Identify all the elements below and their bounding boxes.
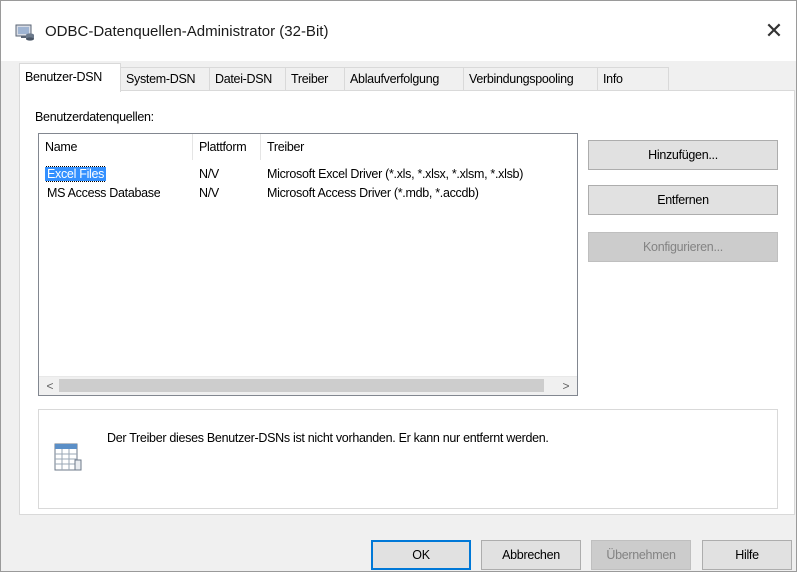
odbc-admin-icon [15, 23, 35, 41]
scroll-thumb[interactable] [59, 379, 544, 392]
list-row[interactable]: Excel Files N/V Microsoft Excel Driver (… [39, 165, 577, 183]
tab-datei-dsn[interactable]: Datei-DSN [209, 67, 286, 90]
column-header-name[interactable]: Name [39, 134, 193, 160]
odbc-dialog: ODBC-Datenquellen-Administrator (32-Bit)… [0, 0, 797, 572]
data-table-icon [53, 440, 83, 474]
remove-button[interactable]: Entfernen [588, 185, 778, 215]
configure-button[interactable]: Konfigurieren... [588, 232, 778, 262]
info-box: Der Treiber dieses Benutzer-DSNs ist nic… [38, 409, 778, 509]
row-platform: N/V [199, 167, 219, 181]
tab-verbindungspooling[interactable]: Verbindungspooling [463, 67, 598, 90]
cancel-button[interactable]: Abbrechen [481, 540, 581, 570]
tab-benutzer-dsn[interactable]: Benutzer-DSN [19, 63, 121, 92]
window-title: ODBC-Datenquellen-Administrator (32-Bit) [45, 23, 329, 40]
info-message: Der Treiber dieses Benutzer-DSNs ist nic… [107, 431, 549, 445]
column-header-driver[interactable]: Treiber [261, 134, 577, 160]
tab-info[interactable]: Info [597, 67, 669, 90]
tab-system-dsn[interactable]: System-DSN [120, 67, 210, 90]
dsn-list[interactable]: Name Plattform Treiber Excel Files N/V M… [38, 133, 578, 396]
row-name: MS Access Database [47, 186, 161, 200]
title-bar: ODBC-Datenquellen-Administrator (32-Bit)… [1, 1, 796, 61]
help-button[interactable]: Hilfe [702, 540, 792, 570]
close-icon: ✕ [764, 18, 784, 43]
horizontal-scrollbar[interactable]: < > [39, 376, 577, 395]
tab-treiber[interactable]: Treiber [285, 67, 345, 90]
row-name: Excel Files [45, 166, 107, 182]
list-row[interactable]: MS Access Database N/V Microsoft Access … [39, 184, 577, 202]
add-button[interactable]: Hinzufügen... [588, 140, 778, 170]
scroll-left-icon[interactable]: < [41, 377, 59, 395]
scroll-right-icon[interactable]: > [557, 377, 575, 395]
ok-button[interactable]: OK [371, 540, 471, 570]
list-header: Name Plattform Treiber [39, 134, 577, 160]
apply-button[interactable]: Übernehmen [591, 540, 691, 570]
row-driver: Microsoft Access Driver (*.mdb, *.accdb) [267, 186, 479, 200]
column-header-platform[interactable]: Plattform [193, 134, 261, 160]
close-button[interactable]: ✕ [756, 13, 792, 49]
section-label: Benutzerdatenquellen: [35, 110, 154, 124]
row-driver: Microsoft Excel Driver (*.xls, *.xlsx, *… [267, 167, 524, 181]
row-platform: N/V [199, 186, 219, 200]
tab-panel-benutzer-dsn: Benutzerdatenquellen: Name Plattform Tre… [19, 90, 795, 515]
tab-ablaufverfolgung[interactable]: Ablaufverfolgung [344, 67, 464, 90]
